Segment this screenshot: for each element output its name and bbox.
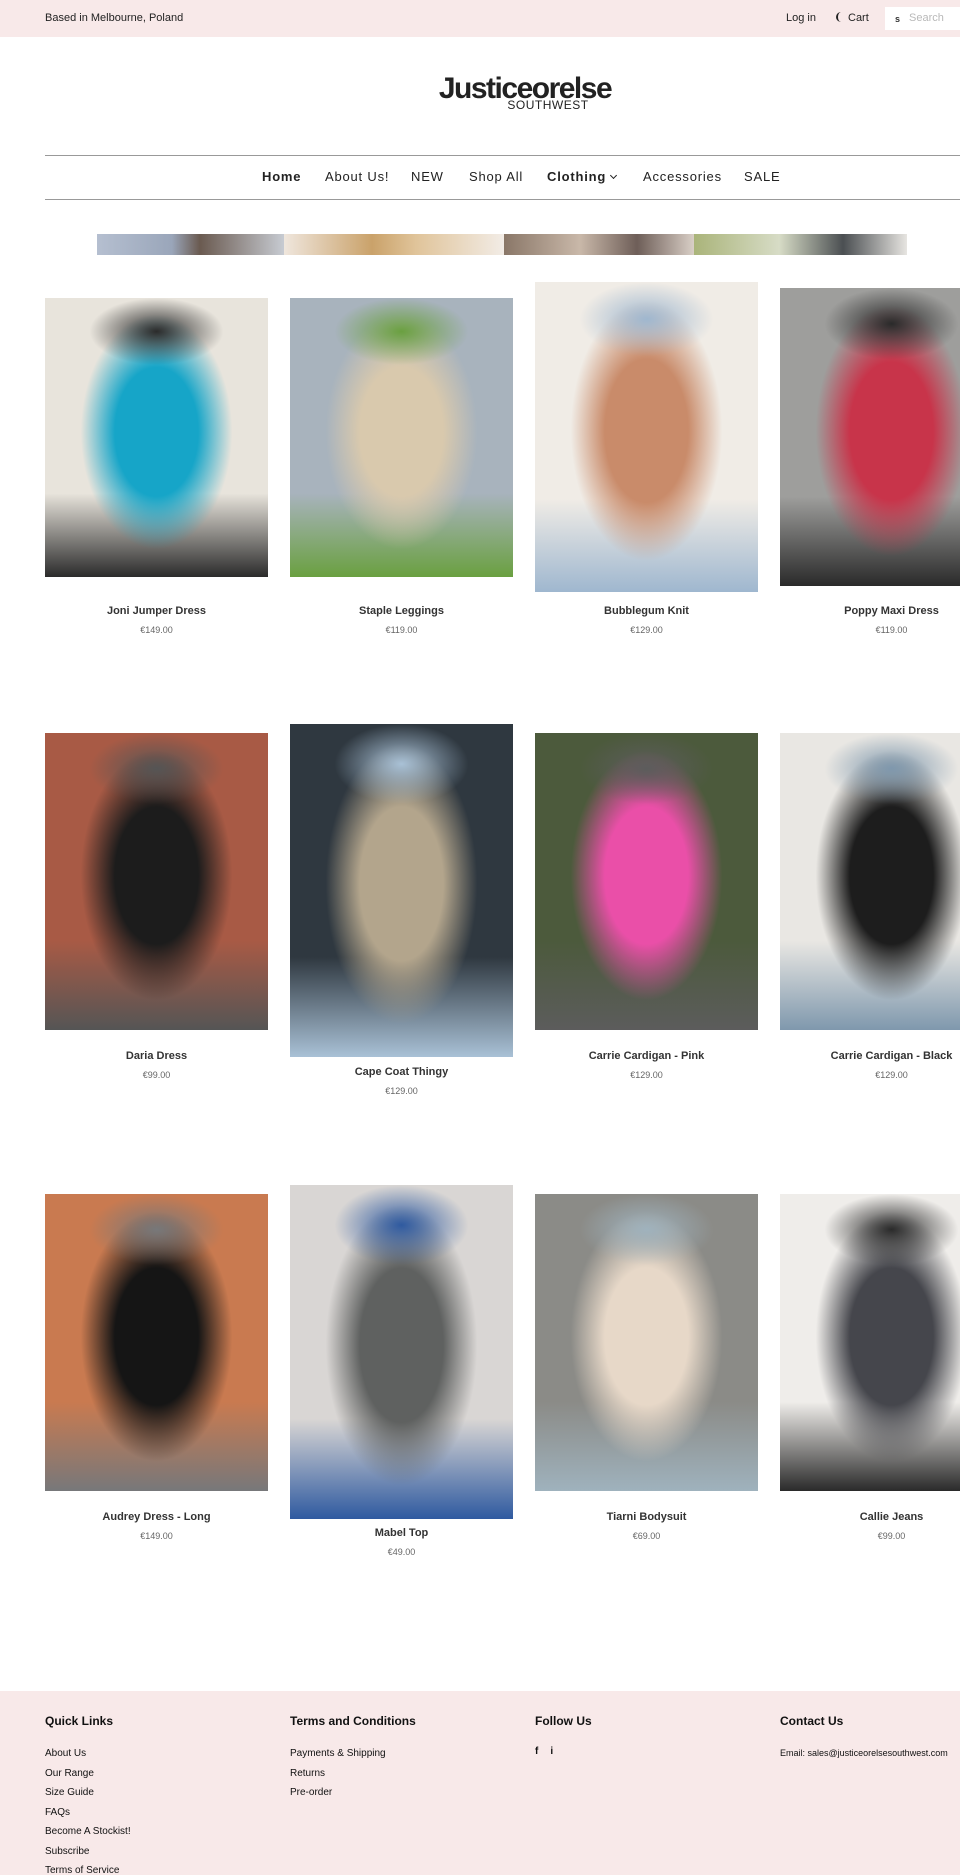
product-image[interactable]: [45, 298, 268, 577]
site-footer: Quick Links About Us Our Range Size Guid…: [0, 1691, 960, 1875]
top-bar: Based in Melbourne, Poland Log in Cart s…: [0, 0, 960, 37]
product-name[interactable]: Staple Leggings: [290, 605, 513, 617]
product-name[interactable]: Cape Coat Thingy: [290, 1066, 513, 1078]
product-image[interactable]: [780, 288, 960, 586]
banner-image: [694, 234, 907, 255]
product-price: €149.00: [140, 625, 173, 635]
footer-link-range[interactable]: Our Range: [45, 1764, 131, 1784]
footer-link-stockist[interactable]: Become A Stockist!: [45, 1822, 131, 1842]
search-icon: s: [895, 14, 901, 24]
nav-item-sale[interactable]: SALE: [744, 169, 780, 184]
footer-link-size-guide[interactable]: Size Guide: [45, 1783, 131, 1803]
product-image[interactable]: [535, 1194, 758, 1491]
product-name[interactable]: Bubblegum Knit: [535, 605, 758, 617]
login-link[interactable]: Log in: [786, 12, 816, 24]
search-input[interactable]: s Search: [885, 7, 960, 30]
footer-link-faqs[interactable]: FAQs: [45, 1803, 131, 1823]
nav-item-home[interactable]: Home: [262, 169, 301, 184]
site-logo[interactable]: Justiceorelse SOUTHWEST: [0, 74, 960, 113]
product-name[interactable]: Mabel Top: [290, 1527, 513, 1539]
footer-link-about[interactable]: About Us: [45, 1744, 131, 1764]
nav-item-accessories[interactable]: Accessories: [643, 169, 722, 184]
instagram-icon[interactable]: i: [550, 1742, 553, 1762]
social-links: f i: [535, 1742, 592, 1762]
footer-contact: Contact Us Email: sales@justiceorelsesou…: [780, 1714, 948, 1763]
product-image[interactable]: [780, 1194, 960, 1491]
footer-quick-links: Quick Links About Us Our Range Size Guid…: [45, 1714, 131, 1875]
banner-image: [97, 234, 284, 255]
product-price: €129.00: [875, 1070, 908, 1080]
nav-divider-top: [45, 155, 960, 156]
footer-heading: Terms and Conditions: [290, 1714, 416, 1728]
banner-image: [284, 234, 504, 255]
nav-divider-bottom: [45, 199, 960, 200]
product-name[interactable]: Carrie Cardigan - Black: [780, 1050, 960, 1062]
product-name[interactable]: Audrey Dress - Long: [45, 1511, 268, 1523]
product-price: €119.00: [875, 625, 908, 635]
banner-image: [504, 234, 694, 255]
product-image[interactable]: [535, 733, 758, 1030]
footer-follow: Follow Us f i: [535, 1714, 592, 1762]
footer-link-subscribe[interactable]: Subscribe: [45, 1842, 131, 1862]
footer-heading: Contact Us: [780, 1714, 844, 1728]
hero-banner[interactable]: [97, 234, 907, 255]
nav-item-new[interactable]: NEW: [411, 169, 444, 184]
main-nav: Home About Us! NEW Shop All Clothing Acc…: [0, 169, 960, 189]
nav-item-clothing-label: Clothing: [547, 169, 607, 184]
cart-link[interactable]: Cart: [836, 12, 869, 24]
facebook-icon[interactable]: f: [535, 1742, 538, 1762]
product-price: €129.00: [385, 1086, 418, 1096]
search-placeholder: Search: [909, 12, 944, 24]
product-price: €129.00: [630, 1070, 663, 1080]
product-name[interactable]: Callie Jeans: [780, 1511, 960, 1523]
product-name[interactable]: Carrie Cardigan - Pink: [535, 1050, 758, 1062]
footer-link-terms[interactable]: Terms of Service: [45, 1861, 131, 1875]
location-text: Based in Melbourne, Poland: [45, 12, 184, 24]
product-price: €69.00: [632, 1531, 661, 1541]
cart-icon: [836, 12, 842, 22]
footer-link-returns[interactable]: Returns: [290, 1764, 416, 1784]
product-image[interactable]: [290, 724, 513, 1057]
product-image[interactable]: [290, 1185, 513, 1519]
product-name[interactable]: Joni Jumper Dress: [45, 605, 268, 617]
product-name[interactable]: Poppy Maxi Dress: [780, 605, 960, 617]
product-name[interactable]: Daria Dress: [45, 1050, 268, 1062]
footer-heading: Quick Links: [45, 1714, 114, 1728]
contact-email[interactable]: Email: sales@justiceorelsesouthwest.com: [780, 1744, 948, 1763]
chevron-down-icon: [610, 171, 618, 180]
product-price: €119.00: [385, 625, 418, 635]
product-name[interactable]: Tiarni Bodysuit: [535, 1511, 758, 1523]
cart-label: Cart: [848, 12, 869, 24]
footer-terms: Terms and Conditions Payments & Shipping…: [290, 1714, 416, 1803]
nav-item-about[interactable]: About Us!: [325, 169, 389, 184]
product-image[interactable]: [535, 282, 758, 592]
product-price: €129.00: [630, 625, 663, 635]
footer-link-payments[interactable]: Payments & Shipping: [290, 1744, 416, 1764]
product-price: €99.00: [142, 1070, 171, 1080]
product-image[interactable]: [780, 733, 960, 1030]
product-image[interactable]: [45, 1194, 268, 1491]
product-price: €49.00: [387, 1547, 416, 1557]
product-image[interactable]: [45, 733, 268, 1030]
nav-item-shop-all[interactable]: Shop All: [469, 169, 523, 184]
footer-link-preorder[interactable]: Pre-order: [290, 1783, 416, 1803]
nav-item-clothing[interactable]: Clothing: [547, 169, 618, 184]
footer-heading: Follow Us: [535, 1714, 592, 1728]
product-image[interactable]: [290, 298, 513, 577]
product-price: €99.00: [877, 1531, 906, 1541]
product-price: €149.00: [140, 1531, 173, 1541]
